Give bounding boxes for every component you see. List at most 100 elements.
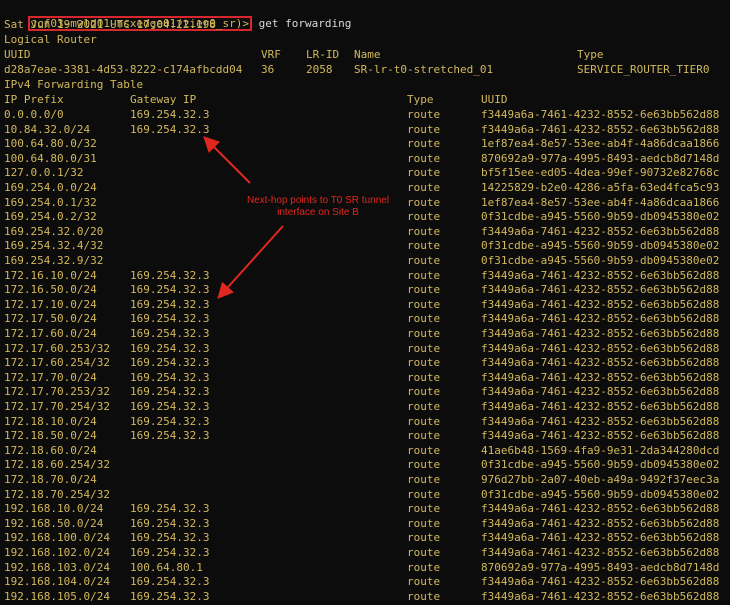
- table-row: 192.168.102.0/24 169.254.32.3 route f3449a6…: [4, 546, 724, 559]
- route-prefix: 172.17.50.0/24: [4, 312, 97, 326]
- timestamp: Sat Jun 19 2021 UTC 17:04:22.198: [4, 18, 216, 31]
- route-gateway: 169.254.32.3: [130, 370, 210, 384]
- lr-name: SR-lr-t0-stretched_01: [354, 63, 494, 76]
- table-row: 10.84.32.0/24 169.254.32.3 route f3449a6a-7…: [4, 123, 724, 136]
- route-prefix: 169.254.32.4/32: [4, 239, 104, 253]
- route-gateway: 169.254.32.3: [130, 575, 210, 589]
- route-uuid: 1ef87ea4-8e57-53ee-ab4f-4a86dcaa1866: [481, 195, 720, 209]
- table-row: 172.18.10.0/24 169.254.32.3 route f3449a6a-…: [4, 415, 724, 428]
- table-row: 172.18.60.0/24 route 41ae6b48-1569-4fa9-9e…: [4, 444, 724, 457]
- table-row: 100.64.80.0/31 route 870692a9-977a-4995-84…: [4, 152, 724, 165]
- route-type: route: [407, 443, 441, 457]
- route-type: route: [407, 341, 441, 355]
- table-row: 192.168.10.0/24 169.254.32.3 route f3449a6a…: [4, 502, 724, 515]
- table-row: 172.18.50.0/24 169.254.32.3 route f3449a6a-…: [4, 429, 724, 442]
- route-type: route: [407, 458, 441, 472]
- route-uuid: f3449a6a-7461-4232-8552-6e63bb562d88: [481, 108, 720, 121]
- route-uuid: 870692a9-977a-4995-8493-aedcb8d7148d: [481, 151, 720, 165]
- route-prefix: 10.84.32.0/24: [4, 122, 91, 136]
- lr-row: d28a7eae-3381-4d53-8222-c174afbcdd04 36 …: [4, 63, 724, 76]
- table-row: 172.17.60.253/32 169.254.32.3 route f3449a6…: [4, 342, 724, 355]
- fwd-header-uuid: UUID: [481, 93, 508, 106]
- route-prefix: 192.168.105.0/24: [4, 589, 110, 603]
- lr-header-uuid: UUID: [4, 48, 31, 61]
- route-prefix: 192.168.103.0/24: [4, 560, 110, 574]
- route-gateway: 169.254.32.3: [130, 400, 210, 413]
- route-prefix: 172.18.10.0/24: [4, 414, 97, 428]
- route-prefix: 172.16.50.0/24: [4, 283, 97, 297]
- table-row: 172.17.10.0/24 169.254.32.3 route f3449a6a-…: [4, 298, 724, 311]
- lr-type: SERVICE_ROUTER_TIER0: [577, 63, 710, 76]
- route-prefix: 172.17.10.0/24: [4, 297, 97, 311]
- route-type: route: [407, 385, 441, 399]
- route-type: route: [407, 312, 441, 326]
- route-uuid: 0f31cdbe-a945-5560-9b59-db0945380e02: [481, 254, 720, 267]
- route-type: route: [407, 531, 441, 545]
- route-gateway: 169.254.32.3: [130, 312, 210, 326]
- route-gateway: 169.254.32.3: [130, 327, 210, 340]
- route-prefix: 100.64.80.0/31: [4, 151, 97, 165]
- route-uuid: 870692a9-977a-4995-8493-aedcb8d7148d: [481, 560, 720, 574]
- route-type: route: [407, 516, 441, 530]
- table-row: 192.168.104.0/24 169.254.32.3 route f3449a6…: [4, 575, 724, 588]
- route-type: route: [407, 239, 441, 253]
- route-type: route: [407, 589, 441, 603]
- table-row: 0.0.0.0/0 169.254.32.3 route f3449a6a-7461-…: [4, 108, 724, 121]
- route-uuid: f3449a6a-7461-4232-8552-6e63bb562d88: [481, 414, 720, 428]
- table-row: 169.254.32.9/32 route 0f31cdbe-a945-5560-9…: [4, 254, 724, 267]
- route-uuid: 41ae6b48-1569-4fa9-9e31-2da344280dcd: [481, 443, 720, 457]
- route-gateway: 100.64.80.1: [130, 560, 203, 574]
- table-row: 192.168.100.0/24 169.254.32.3 route f3449a6…: [4, 531, 724, 544]
- table-row: 192.168.105.0/24 169.254.32.3 route f3449a6…: [4, 590, 724, 603]
- route-prefix: 127.0.0.1/32: [4, 166, 84, 180]
- route-type: route: [407, 108, 441, 121]
- route-prefix: 172.18.70.254/32: [4, 487, 110, 501]
- route-type: route: [407, 268, 441, 282]
- lr-uuid: d28a7eae-3381-4d53-8222-c174afbcdd04: [4, 63, 243, 76]
- route-uuid: f3449a6a-7461-4232-8552-6e63bb562d88: [481, 268, 720, 282]
- terminal-window[interactable]: vcf03-mwld01-nsxedge01(tier0_sr)> get fo…: [0, 0, 730, 605]
- command-text: get forwarding: [252, 17, 352, 30]
- route-uuid: 0f31cdbe-a945-5560-9b59-db0945380e02: [481, 487, 720, 501]
- route-prefix: 172.18.60.254/32: [4, 458, 110, 472]
- fwd-header-type: Type: [407, 93, 434, 106]
- route-gateway: 169.254.32.3: [130, 502, 210, 516]
- route-type: route: [407, 546, 441, 559]
- route-uuid: f3449a6a-7461-4232-8552-6e63bb562d88: [481, 575, 720, 589]
- route-uuid: f3449a6a-7461-4232-8552-6e63bb562d88: [481, 312, 720, 326]
- route-uuid: f3449a6a-7461-4232-8552-6e63bb562d88: [481, 531, 720, 545]
- route-uuid: 0f31cdbe-a945-5560-9b59-db0945380e02: [481, 239, 720, 253]
- table-row: 172.17.70.0/24 169.254.32.3 route f3449a6a-…: [4, 371, 724, 384]
- route-uuid: 976d27bb-2a07-40eb-a49a-9492f37eec3a: [481, 473, 720, 486]
- lr-id: 2058: [306, 63, 333, 76]
- route-gateway: 169.254.32.3: [130, 356, 210, 370]
- route-uuid: f3449a6a-7461-4232-8552-6e63bb562d88: [481, 297, 720, 311]
- route-gateway: 169.254.32.3: [130, 414, 210, 428]
- lr-header-row: UUID VRF LR-ID Name Type: [4, 48, 724, 61]
- table-row: 172.18.70.254/32 route 0f31cdbe-a945-5560-…: [4, 488, 724, 501]
- route-prefix: 172.18.70.0/24: [4, 473, 97, 486]
- route-prefix: 172.17.60.254/32: [4, 356, 110, 370]
- route-prefix: 172.16.10.0/24: [4, 268, 97, 282]
- table-row: 172.18.60.254/32 route 0f31cdbe-a945-5560-…: [4, 458, 724, 471]
- route-uuid: f3449a6a-7461-4232-8552-6e63bb562d88: [481, 516, 720, 530]
- route-uuid: f3449a6a-7461-4232-8552-6e63bb562d88: [481, 341, 720, 355]
- route-gateway: 169.254.32.3: [130, 516, 210, 530]
- table-row: 192.168.103.0/24 100.64.80.1 route 870692a9…: [4, 561, 724, 574]
- route-type: route: [407, 473, 441, 486]
- route-gateway: 169.254.32.3: [130, 429, 210, 443]
- route-uuid: f3449a6a-7461-4232-8552-6e63bb562d88: [481, 122, 720, 136]
- route-prefix: 100.64.80.0/32: [4, 137, 97, 151]
- table-row: 172.17.60.0/24 169.254.32.3 route f3449a6a-…: [4, 327, 724, 340]
- fwd-header-gateway: Gateway IP: [130, 93, 197, 106]
- route-uuid: f3449a6a-7461-4232-8552-6e63bb562d88: [481, 327, 720, 340]
- table-row: 172.16.10.0/24 169.254.32.3 route f3449a6a-…: [4, 269, 724, 282]
- route-prefix: 172.17.70.254/32: [4, 400, 110, 413]
- route-uuid: f3449a6a-7461-4232-8552-6e63bb562d88: [481, 400, 720, 413]
- table-row: 192.168.50.0/24 169.254.32.3 route f3449a6a…: [4, 517, 724, 530]
- table-row: 172.17.50.0/24 169.254.32.3 route f3449a6a-…: [4, 312, 724, 325]
- table-row: 172.16.50.0/24 169.254.32.3 route f3449a6a-…: [4, 283, 724, 296]
- route-prefix: 172.17.70.0/24: [4, 370, 97, 384]
- route-gateway: 169.254.32.3: [130, 385, 210, 399]
- route-prefix: 172.18.60.0/24: [4, 443, 97, 457]
